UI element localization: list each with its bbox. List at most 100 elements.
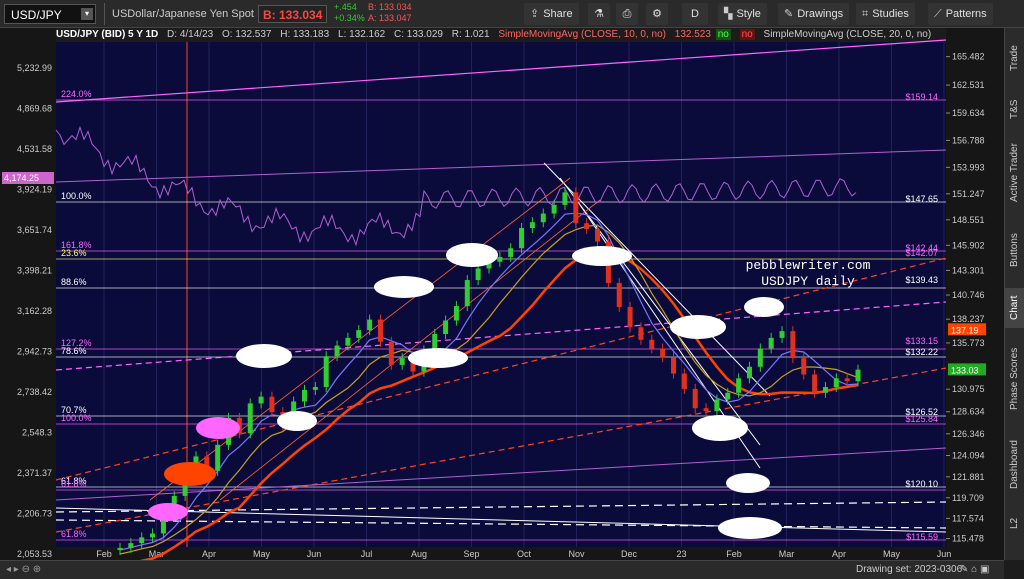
sidebar-tab-buttons[interactable]: Buttons	[1005, 220, 1024, 280]
annotation-ellipse[interactable]	[692, 415, 748, 441]
candle-body[interactable]	[779, 331, 785, 338]
candle-body[interactable]	[117, 547, 123, 550]
annotation-ellipse[interactable]	[726, 473, 770, 493]
candle-body[interactable]	[475, 268, 481, 281]
annotation-ellipse[interactable]	[164, 462, 216, 486]
style-button[interactable]: ▚ Style	[718, 3, 767, 25]
drawings-button[interactable]: ✎ Drawings	[778, 3, 850, 25]
candle-body[interactable]	[703, 408, 709, 412]
annotation-ellipse[interactable]	[670, 315, 726, 339]
candle-body[interactable]	[692, 388, 698, 409]
share-button[interactable]: ⇪ Share	[524, 3, 579, 25]
candle-body[interactable]	[388, 341, 394, 365]
candle-body[interactable]	[443, 320, 449, 335]
annotation-ellipse[interactable]	[277, 411, 317, 431]
annotation-ellipse[interactable]	[446, 243, 498, 267]
candle-body[interactable]	[627, 307, 633, 328]
candle-body[interactable]	[453, 306, 459, 321]
candle-body[interactable]	[660, 348, 666, 358]
candle-body[interactable]	[432, 334, 438, 351]
candle-body[interactable]	[790, 331, 796, 359]
candle-body[interactable]	[844, 378, 850, 382]
chevron-down-icon[interactable]: ▾	[81, 8, 93, 20]
lab-button[interactable]: ⚗	[588, 3, 610, 25]
sidebar-tab-active-trader[interactable]: Active Trader	[1005, 134, 1024, 212]
candle-body[interactable]	[377, 319, 383, 342]
candle-body[interactable]	[334, 345, 340, 357]
candle-body[interactable]	[681, 373, 687, 389]
fib-level-right-label: $125.84	[905, 414, 938, 424]
sidebar-tab-l2[interactable]: L2	[1005, 508, 1024, 538]
candle-body[interactable]	[671, 357, 676, 374]
annotation-ellipse[interactable]	[744, 297, 784, 317]
candle-body[interactable]	[714, 399, 720, 412]
bid-price-box[interactable]: B: 133.034	[258, 5, 328, 23]
zoom-controls[interactable]: ◂ ▸ ⊖ ⊕	[6, 564, 41, 575]
candle-body[interactable]	[822, 387, 828, 393]
candle-body[interactable]	[540, 213, 546, 223]
candle-body[interactable]	[367, 319, 373, 331]
candle-body[interactable]	[464, 280, 470, 307]
candle-body[interactable]	[551, 204, 557, 214]
candle-body[interactable]	[529, 222, 535, 229]
patterns-button[interactable]: ⟋ Patterns	[928, 3, 993, 25]
x-tick-label: Feb	[96, 549, 112, 559]
candle-body[interactable]	[323, 356, 329, 388]
candle-body[interactable]	[519, 228, 525, 249]
annotation-ellipse[interactable]	[718, 517, 782, 539]
sidebar-tab-t-s[interactable]: T&S	[1005, 92, 1024, 126]
sidebar-tab-trade[interactable]: Trade	[1005, 32, 1024, 84]
candle-body[interactable]	[768, 337, 774, 349]
style-label: Style	[736, 8, 761, 20]
chart-plot[interactable]: Feb Mar Apr May Jun Jul Aug Sep Oct Nov Dec 23 Feb Ma…	[0, 0, 1024, 579]
candle-body[interactable]	[812, 374, 818, 393]
print-button[interactable]: ⎙	[616, 3, 638, 25]
flag-no-1[interactable]: no	[715, 29, 731, 40]
candle-body[interactable]	[258, 396, 264, 404]
candle-body[interactable]	[649, 339, 655, 349]
settings-button[interactable]: ⚙	[646, 3, 668, 25]
sma20-label[interactable]: SimpleMovingAvg (CLOSE, 20, 0, no)	[764, 29, 932, 40]
annotation-ellipse[interactable]	[236, 344, 292, 368]
candle-body[interactable]	[736, 378, 742, 393]
candle-body[interactable]	[801, 358, 807, 375]
candle-body[interactable]	[508, 248, 514, 257]
candle-body[interactable]	[269, 396, 275, 413]
annotation-ellipse[interactable]	[572, 246, 632, 266]
sidebar-tab-dashboard[interactable]: Dashboard	[1005, 430, 1024, 500]
candle-body[interactable]	[399, 358, 405, 365]
candle-body[interactable]	[345, 337, 351, 346]
annotation-ellipse[interactable]	[374, 276, 434, 298]
symbol-selector[interactable]: USD/JPY ▾	[4, 4, 96, 24]
candle-body[interactable]	[757, 348, 763, 367]
annotation-ellipse[interactable]	[408, 348, 468, 368]
candle-body[interactable]	[746, 366, 752, 379]
drawing-set-icons[interactable]: ✎ ⌂ ▣	[960, 564, 989, 575]
candle-body[interactable]	[128, 543, 134, 548]
sidebar-tab-chart[interactable]: Chart	[1005, 288, 1024, 328]
studies-button[interactable]: ⌗ Studies	[856, 3, 915, 25]
candle-body[interactable]	[616, 282, 622, 308]
candle-body[interactable]	[638, 327, 644, 340]
candle-body[interactable]	[595, 228, 601, 242]
candle-body[interactable]	[584, 223, 590, 229]
candle-body[interactable]	[356, 330, 362, 338]
annotation-ellipse[interactable]	[148, 503, 188, 521]
candle-body[interactable]	[497, 256, 503, 262]
period-button[interactable]: D	[682, 3, 708, 25]
candle-body[interactable]	[562, 192, 568, 205]
sidebar-tab-phase-scores[interactable]: Phase Scores	[1005, 336, 1024, 422]
candle-body[interactable]	[215, 444, 221, 471]
candle-body[interactable]	[833, 378, 839, 388]
candle-body[interactable]	[573, 192, 579, 224]
candle-body[interactable]	[150, 533, 156, 538]
candle-body[interactable]	[302, 389, 307, 402]
candle-body[interactable]	[312, 387, 318, 390]
sma10-label[interactable]: SimpleMovingAvg (CLOSE, 10, 0, no)	[498, 29, 666, 40]
candle-body[interactable]	[725, 392, 731, 400]
candle-body[interactable]	[139, 537, 145, 544]
candle-body[interactable]	[855, 369, 861, 382]
annotation-ellipse[interactable]	[196, 417, 240, 439]
candle-body[interactable]	[247, 403, 253, 434]
flag-no-2[interactable]: no	[739, 29, 755, 40]
